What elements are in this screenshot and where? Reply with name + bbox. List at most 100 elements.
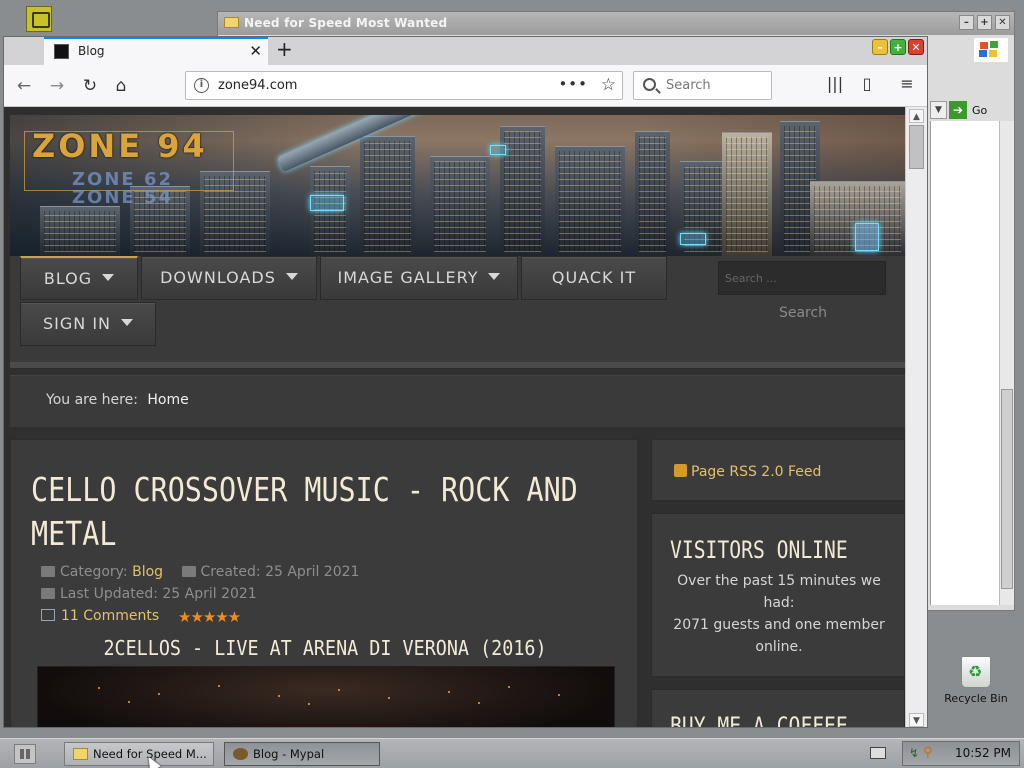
article-subheading: 2CELLOS - LIVE AT ARENA DI VERONA (2016) bbox=[103, 636, 547, 660]
chevron-down-icon bbox=[488, 273, 501, 280]
menu-hamburger-icon[interactable]: ≡ bbox=[896, 74, 918, 93]
menu-item-sign-in[interactable]: SIGN IN bbox=[20, 302, 156, 346]
keyboard-icon[interactable] bbox=[870, 747, 886, 759]
folder-icon bbox=[224, 17, 239, 28]
search-icon bbox=[643, 78, 656, 91]
category-link[interactable]: Blog bbox=[132, 564, 163, 580]
scroll-down-icon[interactable]: ▼ bbox=[909, 713, 924, 727]
coffee-module: BUY ME A COFFEE bbox=[651, 689, 905, 728]
menu-downloads-label: DOWNLOADS bbox=[160, 268, 276, 287]
folder-icon bbox=[73, 748, 88, 760]
bg-close-button[interactable]: ✕ bbox=[995, 15, 1010, 30]
bg-minimize-button[interactable]: – bbox=[959, 15, 974, 30]
bg-go-button[interactable]: Go bbox=[969, 104, 987, 117]
page-viewport: ZONE 94 ZONE 62 ZONE 54 BLOG DOWNLOADS I… bbox=[4, 107, 907, 728]
back-icon[interactable]: ← bbox=[11, 73, 37, 99]
start-button[interactable] bbox=[14, 744, 36, 764]
network-icon[interactable]: ↯ bbox=[909, 746, 919, 760]
reload-icon[interactable]: ↻ bbox=[77, 73, 103, 99]
bg-maximize-button[interactable]: + bbox=[977, 15, 992, 30]
new-tab-icon[interactable]: + bbox=[276, 37, 293, 61]
browser-window[interactable]: Blog ✕ + – + ✕ ← → ↻ ⌂ i zone94.com ••• … bbox=[3, 36, 928, 728]
updated-date: Last Updated: 25 April 2021 bbox=[60, 586, 257, 602]
site-search-button[interactable]: Search bbox=[768, 298, 838, 328]
rss-module: Page RSS 2.0 Feed bbox=[651, 439, 905, 501]
chevron-down-icon bbox=[102, 274, 115, 281]
browser-search-input[interactable]: Search bbox=[633, 71, 772, 100]
system-tray: ↯ ⚲ 10:52 PM bbox=[902, 741, 1020, 766]
bg-window-titlebar[interactable]: Need for Speed Most Wanted – + ✕ bbox=[218, 12, 1014, 35]
site-main-menu: BLOG DOWNLOADS IMAGE GALLERY QUACK IT SI… bbox=[10, 256, 905, 362]
page-scrollbar[interactable]: ▲ ▼ bbox=[905, 107, 927, 727]
visitors-text: Over the past 15 minutes we had: 2071 gu… bbox=[662, 570, 896, 658]
breadcrumb: You are here: Home bbox=[10, 375, 905, 427]
tab-bar: Blog ✕ + – + ✕ bbox=[4, 37, 927, 65]
menu-item-blog[interactable]: BLOG bbox=[20, 256, 138, 300]
menu-image-gallery-label: IMAGE GALLERY bbox=[337, 268, 479, 287]
bg-window-content bbox=[930, 121, 1000, 605]
video-embed[interactable] bbox=[37, 666, 615, 727]
page-actions-icon[interactable]: ••• bbox=[558, 75, 588, 93]
browser-search-placeholder: Search bbox=[666, 78, 711, 93]
taskbar-item-need-for-speed[interactable]: Need for Speed M... bbox=[64, 742, 214, 766]
scroll-up-icon[interactable]: ▲ bbox=[909, 109, 924, 123]
breadcrumb-prefix: You are here: bbox=[46, 392, 138, 408]
search-tray-icon[interactable]: ⚲ bbox=[923, 745, 933, 760]
visitors-text-line2: 2071 guests and one member online. bbox=[673, 617, 885, 655]
browser-icon bbox=[233, 748, 248, 760]
windows-logo-icon bbox=[974, 38, 1008, 62]
menu-item-image-gallery[interactable]: IMAGE GALLERY bbox=[320, 256, 518, 300]
rating-stars[interactable]: ★★★★★ bbox=[178, 608, 241, 626]
recycle-bin[interactable]: Recycle Bin bbox=[938, 656, 1014, 705]
article-meta-updated: Last Updated: 25 April 2021 bbox=[41, 586, 257, 602]
bookmark-star-icon[interactable]: ☆ bbox=[601, 75, 616, 95]
menu-blog-label: BLOG bbox=[43, 269, 93, 288]
tab-title: Blog bbox=[78, 44, 105, 58]
site-search-input[interactable]: Search ... bbox=[718, 261, 886, 295]
category-label: Category: bbox=[60, 564, 128, 580]
coffee-title: BUY ME A COFFEE bbox=[670, 712, 848, 728]
visitors-title: VISITORS ONLINE bbox=[670, 536, 848, 564]
navigation-toolbar: ← → ↻ ⌂ i zone94.com ••• ☆ Search ||| ▯ … bbox=[4, 65, 927, 107]
taskbar-item-blog-mypal[interactable]: Blog - Mypal bbox=[224, 742, 380, 766]
menu-item-downloads[interactable]: DOWNLOADS bbox=[141, 256, 317, 300]
visitors-module: VISITORS ONLINE Over the past 15 minutes… bbox=[651, 513, 905, 677]
clock[interactable]: 10:52 PM bbox=[955, 746, 1011, 760]
folder-icon bbox=[41, 566, 55, 577]
tab-blog[interactable]: Blog ✕ bbox=[44, 37, 268, 65]
desktop-app-icon[interactable] bbox=[26, 6, 52, 32]
forward-icon[interactable]: → bbox=[44, 73, 70, 99]
chevron-down-icon bbox=[121, 319, 133, 326]
logo-subtitle-2: ZONE 54 bbox=[72, 187, 174, 208]
url-text[interactable]: zone94.com bbox=[218, 78, 297, 93]
close-button[interactable]: ✕ bbox=[908, 39, 924, 55]
minimize-button[interactable]: – bbox=[872, 39, 888, 55]
rss-feed-link[interactable]: Page RSS 2.0 Feed bbox=[674, 464, 821, 480]
article-title[interactable]: CELLO CROSSOVER MUSIC - ROCK AND METAL bbox=[31, 468, 616, 556]
calendar-icon bbox=[41, 588, 55, 599]
bg-address-dropdown[interactable]: ▼ bbox=[930, 101, 947, 119]
bg-window-scrollbar[interactable] bbox=[999, 121, 1014, 605]
menu-item-quack-it[interactable]: QUACK IT bbox=[521, 256, 667, 300]
comments-link[interactable]: 11 Comments bbox=[41, 608, 159, 624]
site-favicon-icon bbox=[54, 44, 69, 59]
maximize-button[interactable]: + bbox=[890, 39, 906, 55]
scroll-thumb[interactable] bbox=[909, 125, 924, 169]
tab-close-icon[interactable]: ✕ bbox=[249, 42, 262, 60]
go-arrow-icon[interactable]: ➔ bbox=[949, 101, 967, 119]
url-bar[interactable]: i zone94.com ••• ☆ bbox=[185, 71, 623, 100]
article-card: CELLO CROSSOVER MUSIC - ROCK AND METAL C… bbox=[10, 439, 638, 727]
bg-window-title: Need for Speed Most Wanted bbox=[244, 16, 448, 30]
recycle-bin-label: Recycle Bin bbox=[944, 692, 1008, 705]
site-info-icon[interactable]: i bbox=[194, 78, 209, 93]
comments-count: 11 Comments bbox=[61, 608, 160, 624]
site-logo[interactable]: ZONE 94 bbox=[32, 127, 208, 165]
menu-quack-it-label: QUACK IT bbox=[551, 268, 637, 287]
sidebar-toggle-icon[interactable]: ▯ bbox=[856, 74, 878, 93]
home-icon[interactable]: ⌂ bbox=[108, 73, 134, 99]
site-header-banner[interactable]: ZONE 94 ZONE 62 ZONE 54 bbox=[10, 115, 905, 256]
article-meta-category: Category: Blog Created: 25 April 2021 bbox=[41, 564, 359, 580]
breadcrumb-home-link[interactable]: Home bbox=[147, 392, 188, 408]
library-icon[interactable]: ||| bbox=[824, 74, 846, 93]
menu-sign-in-label: SIGN IN bbox=[42, 314, 111, 333]
